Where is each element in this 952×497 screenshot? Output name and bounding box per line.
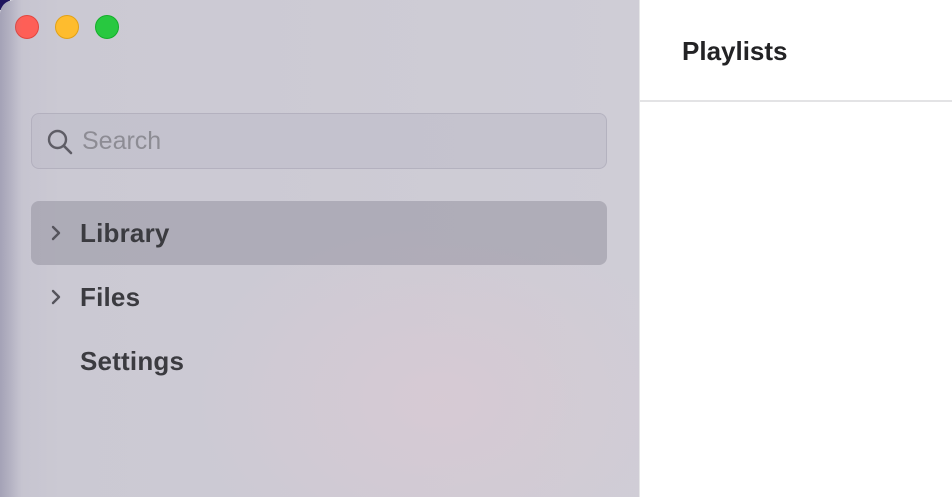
zoom-window-button[interactable] [95,15,119,39]
app-window: Library Files Settings Playlists [0,0,952,497]
chevron-right-icon[interactable] [48,285,66,309]
sidebar-item-label: Settings [80,346,185,376]
close-window-button[interactable] [15,15,39,39]
search-input[interactable] [82,114,582,168]
search-icon [46,128,74,156]
minimize-window-button[interactable] [55,15,79,39]
sidebar-item-files[interactable]: Files [31,265,607,329]
page-title: Playlists [682,36,788,66]
chevron-right-icon[interactable] [48,221,66,245]
search-field[interactable] [31,113,607,169]
main-content: Playlists [639,0,952,497]
content-header: Playlists [640,0,952,102]
sidebar-item-settings[interactable]: Settings [31,329,607,393]
sidebar-item-library[interactable]: Library [31,201,607,265]
sidebar: Library Files Settings [0,0,639,497]
sidebar-item-label: Files [80,282,141,312]
sidebar-item-label: Library [80,218,170,248]
